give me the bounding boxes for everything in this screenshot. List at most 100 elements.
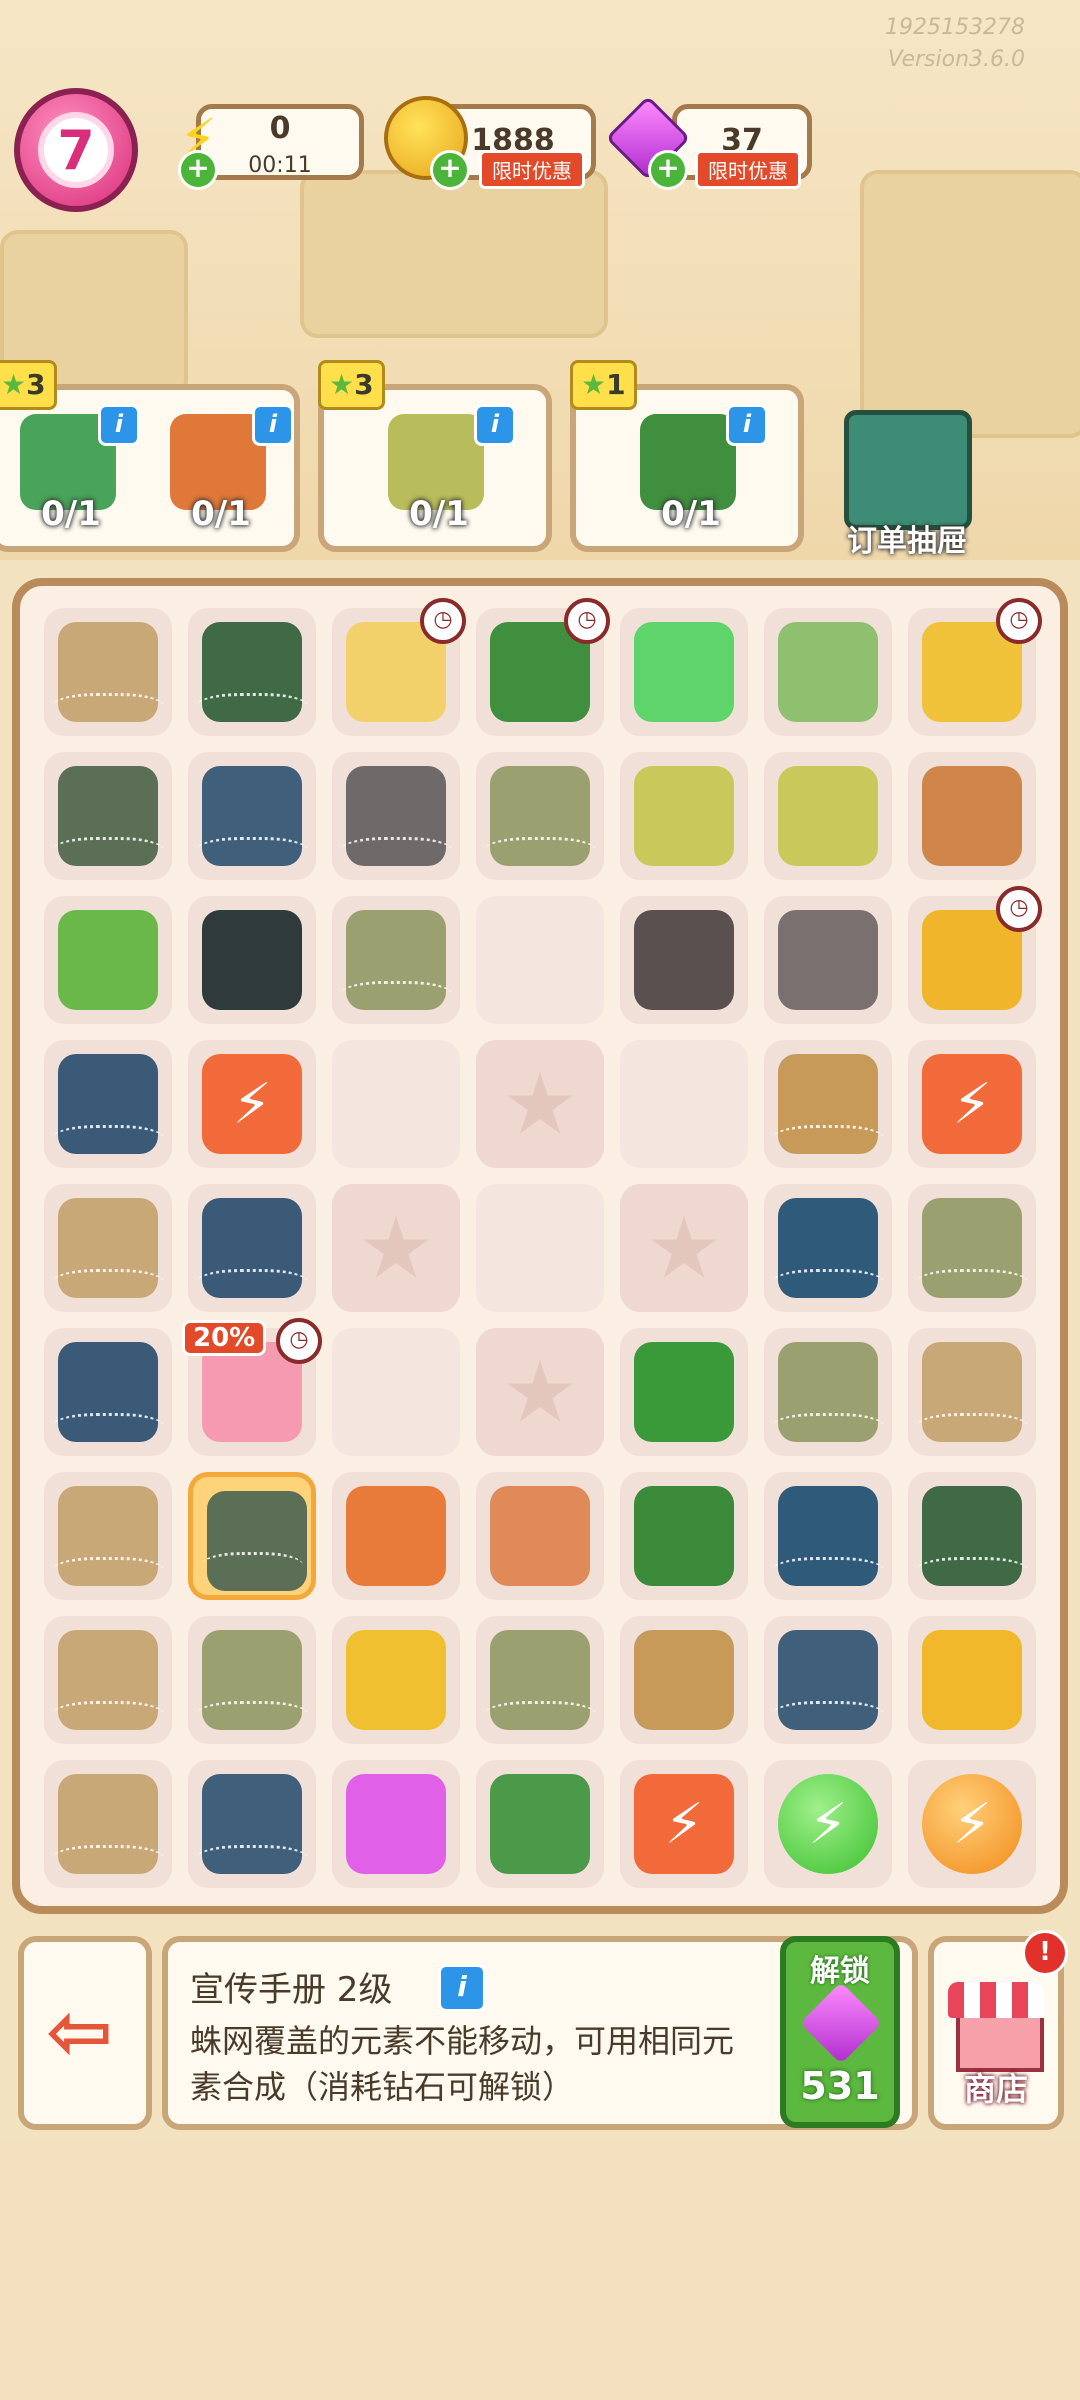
board-cell-chips-web[interactable] — [44, 1040, 172, 1168]
board-cell-tray-web[interactable] — [476, 752, 604, 880]
board-cell-gift-box[interactable] — [476, 1760, 604, 1888]
empty-cell[interactable] — [332, 1328, 460, 1456]
empty-cell[interactable] — [476, 896, 604, 1024]
empty-cell[interactable] — [620, 1040, 748, 1168]
board-cell-bucket-clock[interactable]: ◷ — [332, 598, 466, 736]
board-cell-box-web[interactable] — [44, 1760, 172, 1888]
board-cell-tray-web[interactable] — [764, 1328, 892, 1456]
board-cell-tray-web[interactable] — [332, 896, 460, 1024]
locked-star-cell[interactable]: ★ — [620, 1184, 748, 1312]
add-coins-button[interactable]: + — [430, 150, 470, 190]
board-cell-wheel[interactable] — [764, 896, 892, 1024]
board-cell-stone[interactable] — [908, 752, 1036, 880]
board-cell-crate-clock[interactable]: ◷ — [476, 598, 610, 736]
board-cell-box-web[interactable] — [44, 1472, 172, 1600]
board-cell-energy-basket[interactable]: ⚡ — [188, 1040, 316, 1168]
info-icon[interactable]: i — [252, 404, 294, 446]
info-icon[interactable]: i — [474, 404, 516, 446]
unlock-button[interactable]: 解锁 531 — [780, 1936, 900, 2128]
board-cell-purse-20[interactable]: ◷ 20% — [182, 1318, 322, 1456]
board-cell-seed-pack[interactable] — [764, 752, 892, 880]
board-cell-plant[interactable] — [44, 896, 172, 1024]
board-cell-wicker-web[interactable] — [764, 1040, 892, 1168]
board-cell-wheels[interactable] — [620, 896, 748, 1024]
board-cell-box-web[interactable] — [908, 1328, 1036, 1456]
board-cell-trowel[interactable] — [332, 1472, 460, 1600]
cobweb-overlay — [772, 1557, 884, 1590]
cobweb-overlay — [52, 1413, 164, 1446]
add-energy-button[interactable]: + — [178, 150, 218, 190]
board-cell-chip-web[interactable] — [188, 1760, 316, 1888]
board-cell-board-web[interactable] — [764, 1184, 892, 1312]
board-cell-chips-web[interactable] — [44, 1328, 172, 1456]
board-cell-gems[interactable] — [332, 1760, 460, 1888]
gem-counter[interactable]: 37 限时优惠 — [672, 104, 812, 189]
board-cell-basket-clock[interactable]: ◷ — [908, 886, 1042, 1024]
order-card-3[interactable]: ★1 0/1 i — [570, 360, 804, 552]
board-cell-toolbox-web[interactable] — [908, 1472, 1036, 1600]
gem-sale-tag[interactable]: 限时优惠 — [695, 150, 801, 189]
board-cell-screwdriver[interactable] — [620, 1328, 748, 1456]
item-info-panel: 宣传手册 2级 i 蛛网覆盖的元素不能移动，可用相同元素合成（消耗钻石可解锁） … — [162, 1936, 918, 2130]
board-cell-cart-clock[interactable]: ◷ — [908, 598, 1042, 736]
board-cell-tray-web[interactable] — [908, 1184, 1036, 1312]
board-cell-manual-selected[interactable] — [188, 1472, 316, 1600]
board-cell-wicker[interactable] — [620, 1616, 748, 1744]
seed-icon — [634, 766, 734, 866]
board-cell-energy-box[interactable]: ⚡ — [908, 1040, 1036, 1168]
clock-icon: ◷ — [564, 598, 610, 644]
star-icon: ★ — [329, 368, 355, 401]
board-cell-chip-web[interactable] — [764, 1616, 892, 1744]
order-card-2[interactable]: ★3 0/1 i — [318, 360, 552, 552]
locked-star-cell[interactable]: ★ — [476, 1040, 604, 1168]
board-cell-sack-web[interactable] — [332, 752, 460, 880]
info-icon[interactable]: i — [438, 1964, 486, 2012]
cobweb-overlay — [52, 1845, 164, 1878]
energy-icon: ⚡ — [922, 1054, 1022, 1154]
board-cell-tray-web[interactable] — [188, 1616, 316, 1744]
unlock-label: 解锁 — [810, 1954, 870, 1989]
board-cell-coins[interactable] — [332, 1616, 460, 1744]
empty-cell[interactable] — [476, 1184, 604, 1312]
board-cell-cabinet[interactable] — [908, 1616, 1036, 1744]
cobweb-overlay — [196, 1701, 308, 1734]
exit-button[interactable]: ⇦ — [18, 1936, 152, 2130]
board-cell-chip-web[interactable] — [188, 752, 316, 880]
board-cell-tray-web[interactable] — [476, 1616, 604, 1744]
info-icon[interactable]: i — [726, 404, 768, 446]
board-cell-glove[interactable] — [764, 608, 892, 736]
info-icon[interactable]: i — [98, 404, 140, 446]
empty-cell[interactable] — [332, 1040, 460, 1168]
board-cell-box-web[interactable] — [44, 1184, 172, 1312]
level-badge[interactable]: 7 — [14, 88, 138, 212]
locked-star-cell[interactable]: ★ — [476, 1328, 604, 1456]
board-cell-energy-orb-green[interactable]: ⚡ — [764, 1760, 892, 1888]
locked-star-cell[interactable]: ★ — [332, 1184, 460, 1312]
board-cell-mallet[interactable] — [476, 1472, 604, 1600]
board-cell-box-web[interactable] — [44, 1616, 172, 1744]
board-cell-board-web[interactable] — [764, 1472, 892, 1600]
build-id: 1925153278 — [885, 15, 1025, 40]
board-cell-toolbox-web[interactable] — [188, 608, 316, 736]
board-cell-seed-bag[interactable] — [620, 752, 748, 880]
board-cell-energy-orb-orange[interactable]: ⚡ — [908, 1760, 1036, 1888]
board-cell-energy-sack[interactable]: ⚡ — [620, 1760, 748, 1888]
alert-badge: ! — [1022, 1930, 1068, 1976]
board-cell-lunchbox[interactable] — [620, 1472, 748, 1600]
board-cell-box-web[interactable] — [44, 608, 172, 736]
gift-icon — [490, 1774, 590, 1874]
coin-sale-tag[interactable]: 限时优惠 — [479, 150, 585, 189]
cobweb-overlay — [52, 1269, 164, 1302]
order-drawer-button[interactable]: 订单抽屉 — [832, 370, 982, 560]
board-cell-chips-web[interactable] — [188, 1184, 316, 1312]
add-gems-button[interactable]: + — [648, 150, 688, 190]
shop-button[interactable]: 商店 ! — [928, 1930, 1068, 2130]
star-icon: ★ — [1, 368, 27, 401]
board-cell-manual-web[interactable] — [44, 752, 172, 880]
order-card-1[interactable]: ★3 0/1 i 0/1 i — [0, 360, 300, 552]
wicker-icon — [634, 1630, 734, 1730]
shop-label: 商店 — [963, 2070, 1028, 2108]
version-info: 1925153278 Version3.6.0 — [885, 12, 1025, 76]
board-cell-hex-gem[interactable] — [620, 608, 748, 736]
board-cell-bag[interactable] — [188, 896, 316, 1024]
